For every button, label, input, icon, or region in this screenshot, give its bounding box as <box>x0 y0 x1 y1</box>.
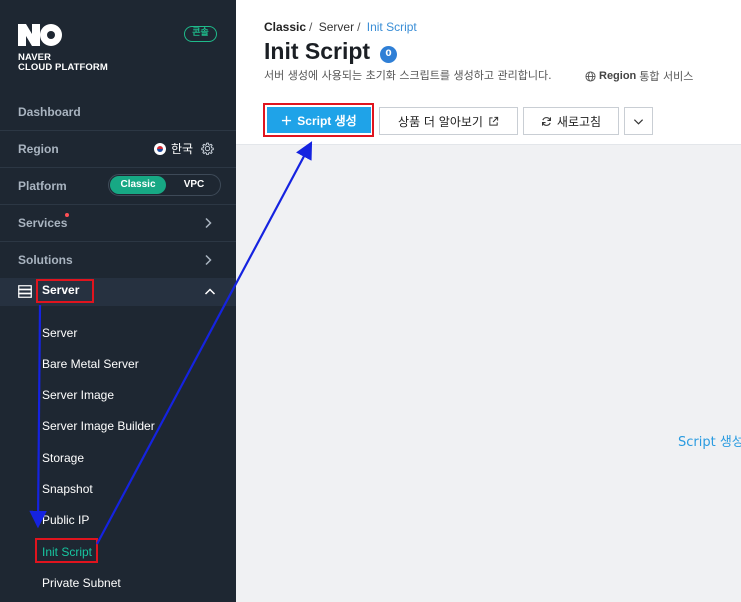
highlight-box-create <box>263 103 374 137</box>
breadcrumb-item-init-script: Init Script <box>366 20 417 34</box>
nav-dashboard[interactable]: Dashboard <box>0 94 236 131</box>
new-dot-icon <box>65 213 69 217</box>
nav-platform: Platform Classic VPC <box>0 168 236 205</box>
korea-flag-icon <box>154 142 166 155</box>
nav-services[interactable]: Services <box>0 205 236 242</box>
naver-logo-icon <box>18 24 62 46</box>
sub-item-public-ip[interactable]: Public IP <box>42 513 89 527</box>
external-link-icon <box>489 116 499 126</box>
chevron-right-icon <box>205 254 212 266</box>
platform-toggle[interactable]: Classic VPC <box>108 174 221 196</box>
toolbar: Script 생성 상품 더 알아보기 새로고침 <box>236 95 741 145</box>
nav-solutions-label: Solutions <box>18 253 73 267</box>
count-badge: 0 <box>380 46 397 63</box>
sub-item-server-image-builder[interactable]: Server Image Builder <box>42 419 155 433</box>
region-info-label: Region <box>599 70 637 82</box>
sub-item-private-subnet[interactable]: Private Subnet <box>42 576 121 590</box>
breadcrumb-item-server[interactable]: Server <box>319 20 354 34</box>
refresh-label: 새로고침 <box>556 114 602 129</box>
console-badge[interactable]: 콘솔 <box>184 26 217 42</box>
nav-dashboard-label: Dashboard <box>18 105 81 119</box>
learn-more-label: 상품 더 알아보기 <box>398 114 483 129</box>
empty-create-script-link[interactable]: Script 생성 <box>678 431 741 450</box>
region-info-suffix: 통합 서비스 <box>639 70 694 83</box>
nav-region: Region 한국 <box>0 131 236 168</box>
nav-platform-label: Platform <box>18 179 67 193</box>
logo-text: NAVER CLOUD PLATFORM <box>18 52 108 73</box>
more-options-dropdown[interactable] <box>624 107 653 135</box>
globe-icon <box>585 70 596 82</box>
learn-more-button[interactable]: 상품 더 알아보기 <box>379 107 518 135</box>
chevron-down-icon <box>633 118 644 125</box>
sub-item-snapshot[interactable]: Snapshot <box>42 482 93 496</box>
platform-classic[interactable]: Classic <box>110 176 166 194</box>
breadcrumb: Classic / Server / Init Script <box>264 20 417 34</box>
region-selector[interactable]: 한국 <box>154 140 214 157</box>
nav-region-label: Region <box>18 142 59 156</box>
sub-item-server[interactable]: Server <box>42 326 77 340</box>
breadcrumb-item-classic[interactable]: Classic <box>264 20 306 34</box>
region-value: 한국 <box>171 142 194 156</box>
server-icon <box>18 285 32 298</box>
highlight-box-server <box>36 279 94 303</box>
chevron-up-icon <box>204 288 216 295</box>
nav-services-label: Services <box>18 216 68 230</box>
gear-icon[interactable] <box>201 142 214 155</box>
highlight-box-init-script <box>35 538 98 563</box>
refresh-icon <box>541 116 551 126</box>
sub-item-bare-metal-server[interactable]: Bare Metal Server <box>42 357 139 371</box>
sub-item-server-image[interactable]: Server Image <box>42 388 114 402</box>
page-title: Init Script <box>264 38 371 64</box>
chevron-right-icon <box>205 217 212 229</box>
main-content: Classic / Server / Init Script Init Script… <box>236 0 741 602</box>
page-description: 서버 생성에 사용되는 초기화 스크립트를 생성하고 관리합니다. <box>264 69 552 82</box>
refresh-button[interactable]: 새로고침 <box>523 107 619 135</box>
empty-content-area: Script 생성 <box>236 145 741 602</box>
sidebar: NAVER CLOUD PLATFORM 콘솔 Dashboard Region… <box>0 0 236 602</box>
platform-vpc[interactable]: VPC <box>169 176 219 194</box>
nav-solutions[interactable]: Solutions <box>0 242 236 279</box>
sub-item-storage[interactable]: Storage <box>42 451 84 465</box>
region-info: Region 통합 서비스 <box>585 68 693 84</box>
